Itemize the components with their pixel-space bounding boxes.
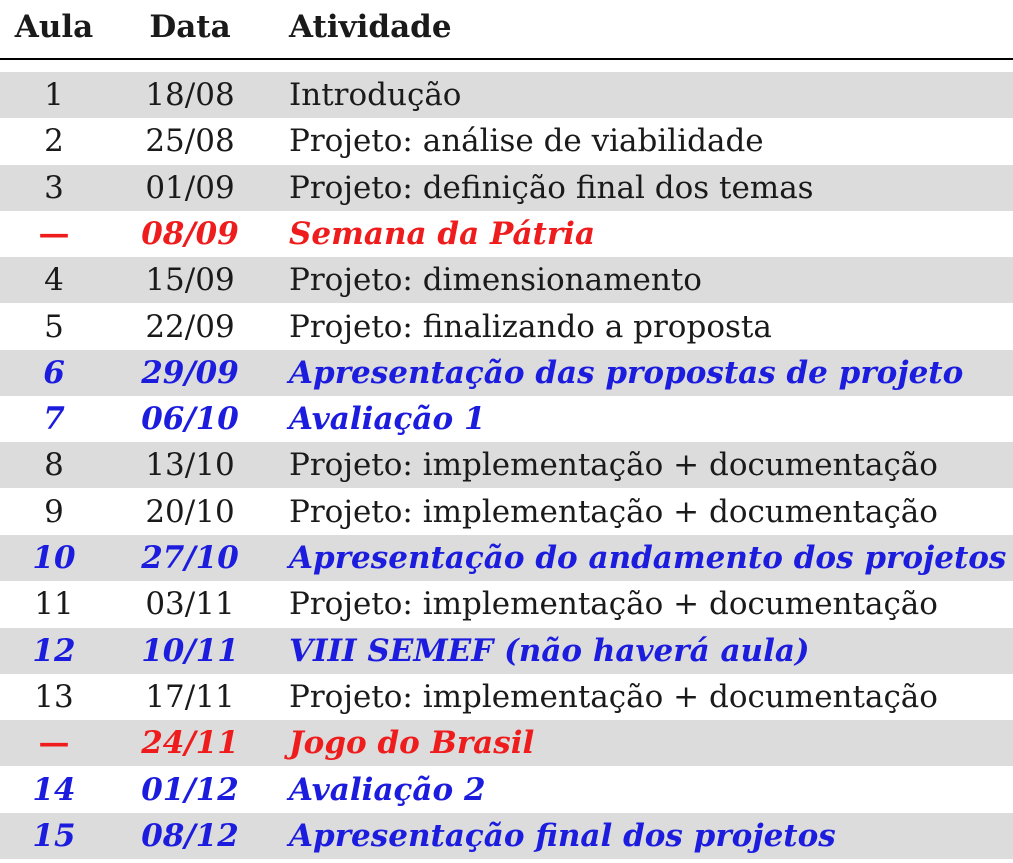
table-row: 9 20/10 Projeto: implementação + documenta… — [0, 489, 1013, 535]
cell-data: 10/11 — [141, 632, 239, 669]
table-row: 4 15/09 Projeto: dimensionamento — [0, 257, 1013, 304]
cell-atividade: Projeto: finalizando a proposta — [289, 308, 772, 345]
cell-atividade: Avaliação 2 — [289, 771, 486, 808]
cell-data: 15/09 — [145, 262, 235, 299]
cell-aula: 5 — [44, 308, 64, 345]
table-row: — 24/11 Jogo do Brasil — [0, 720, 1013, 767]
cell-aula: 3 — [44, 169, 64, 206]
table-row: 13 17/11 Projeto: implementação + document… — [0, 674, 1013, 720]
cell-atividade: Apresentação das propostas de projeto — [289, 354, 964, 391]
cell-data: 06/10 — [141, 401, 239, 438]
cell-atividade: Projeto: implementação + documentação — [289, 586, 938, 623]
cell-aula: — — [38, 215, 70, 252]
table-row: 2 25/08 Projeto: análise de viabilidade — [0, 118, 1013, 164]
cell-data: 22/09 — [145, 308, 235, 345]
header-atividade: Atividade — [289, 9, 452, 45]
table-header: Aula Data Atividade — [0, 0, 1013, 54]
cell-aula: 4 — [44, 262, 64, 299]
cell-atividade: Introdução — [289, 77, 462, 113]
cell-aula: 8 — [44, 447, 64, 484]
table-row: 6 29/09 Apresentação das propostas de proj… — [0, 349, 1013, 396]
header-data: Data — [149, 9, 231, 45]
cell-aula: 6 — [43, 354, 65, 391]
cell-atividade: Projeto: definição final dos temas — [289, 169, 814, 206]
cell-data: 18/08 — [145, 77, 235, 113]
table-row: 11 03/11 Projeto: implementação + document… — [0, 581, 1013, 627]
cell-aula: 13 — [34, 678, 74, 715]
header-rule — [0, 58, 1013, 60]
cell-data: 08/12 — [141, 817, 239, 854]
table-row: 7 06/10 Avaliação 1 — [0, 396, 1013, 442]
cell-data: 01/12 — [141, 771, 239, 808]
cell-aula: 1 — [44, 77, 64, 113]
cell-data: 08/09 — [141, 215, 239, 252]
cell-aula: 7 — [43, 401, 65, 438]
cell-atividade: VIII SEMEF (não haverá aula) — [289, 632, 810, 669]
header-aula: Aula — [14, 9, 94, 45]
cell-data: 24/11 — [141, 725, 239, 762]
cell-atividade: Projeto: implementação + documentação — [289, 493, 938, 530]
cell-aula: 10 — [32, 540, 76, 576]
cell-atividade: Apresentação final dos projetos — [289, 817, 836, 854]
table-row: 1 18/08 Introdução — [0, 72, 1013, 118]
table-row: 10 27/10 Apresentação do andamento dos pro… — [0, 535, 1013, 581]
table-row: 12 10/11 VIII SEMEF (não haverá aula) — [0, 627, 1013, 674]
cell-data: 29/09 — [141, 354, 239, 391]
table-row: 14 01/12 Avaliação 2 — [0, 767, 1013, 813]
cell-data: 03/11 — [145, 586, 235, 623]
cell-data: 13/10 — [145, 447, 235, 484]
cell-atividade: Apresentação do andamento dos projetos — [289, 540, 1007, 576]
cell-aula: 15 — [32, 817, 76, 854]
cell-atividade: Jogo do Brasil — [289, 725, 535, 762]
cell-atividade: Projeto: análise de viabilidade — [289, 123, 764, 160]
table-row: — 08/09 Semana da Pátria — [0, 211, 1013, 257]
cell-aula: 12 — [32, 632, 76, 669]
table-row: 15 08/12 Apresentação final dos projetos — [0, 812, 1013, 859]
cell-aula: 14 — [32, 771, 76, 808]
cell-atividade: Projeto: implementação + documentação — [289, 678, 938, 715]
cell-aula: 2 — [44, 123, 64, 160]
table-row: 5 22/09 Projeto: finalizando a proposta — [0, 304, 1013, 350]
cell-atividade: Projeto: dimensionamento — [289, 262, 702, 299]
cell-atividade: Avaliação 1 — [289, 401, 486, 438]
cell-atividade: Projeto: implementação + documentação — [289, 447, 938, 484]
cell-data: 17/11 — [145, 678, 235, 715]
cell-data: 01/09 — [145, 169, 235, 206]
cell-aula: 11 — [34, 586, 74, 623]
table-row: 8 13/10 Projeto: implementação + documenta… — [0, 442, 1013, 489]
cell-data: 25/08 — [145, 123, 235, 160]
cell-data: 27/10 — [141, 540, 239, 576]
cell-aula: 9 — [44, 493, 64, 530]
schedule-table: Aula Data Atividade 1 18/08 Introdução 2 25/… — [0, 0, 1013, 863]
cell-data: 20/10 — [145, 493, 235, 530]
cell-atividade: Semana da Pátria — [289, 215, 596, 252]
table-row: 3 01/09 Projeto: definição final dos temas — [0, 164, 1013, 211]
cell-aula: — — [38, 725, 70, 762]
